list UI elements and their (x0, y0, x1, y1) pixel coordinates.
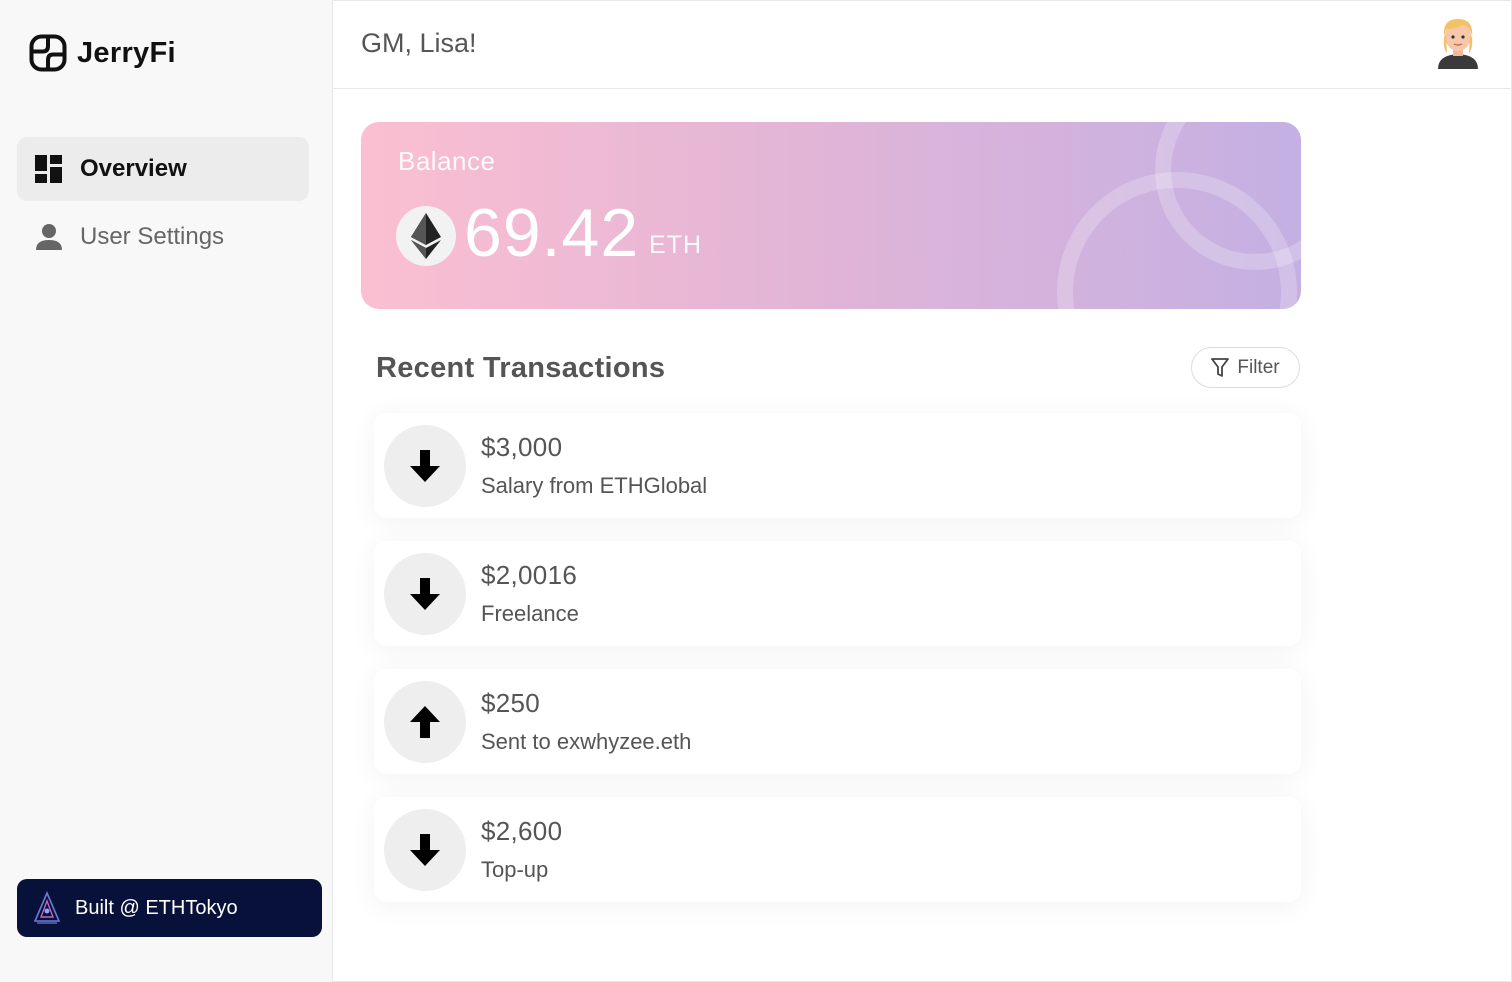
section-title: Recent Transactions (376, 352, 666, 384)
sidebar: JerryFi Overview User Settings Built @ E… (0, 0, 333, 982)
user-icon (34, 222, 64, 252)
balance-label: Balance (398, 146, 496, 176)
built-badge-label: Built @ ETHTokyo (75, 896, 238, 919)
sidebar-item-label: User Settings (80, 223, 225, 250)
sidebar-item-overview[interactable]: Overview (17, 137, 309, 201)
balance-unit: ETH (649, 231, 702, 259)
transaction-amount: $2,0016 (481, 560, 578, 590)
transaction-amount: $250 (481, 688, 541, 718)
built-at-ethtokyo-badge[interactable]: Built @ ETHTokyo (17, 879, 322, 937)
transaction-description: Freelance (481, 601, 579, 626)
transaction-list: $3,000 Salary from ETHGlobal $2,0016 Fre… (374, 413, 1301, 925)
transaction-description: Salary from ETHGlobal (481, 473, 708, 498)
greeting: GM, Lisa! (361, 28, 477, 58)
transaction-item[interactable]: $2,600 Top-up (374, 797, 1301, 902)
filter-label: Filter (1237, 356, 1280, 378)
transaction-item[interactable]: $2,0016 Freelance (374, 541, 1301, 646)
transaction-item[interactable]: $250 Sent to exwhyzee.eth (374, 669, 1301, 774)
brand[interactable]: JerryFi (29, 34, 176, 72)
transaction-description: Top-up (481, 857, 549, 882)
brand-name: JerryFi (77, 36, 176, 69)
transaction-amount: $3,000 (481, 432, 563, 462)
ethereum-icon (396, 206, 456, 266)
filter-icon (1211, 357, 1230, 377)
sidebar-item-label: Overview (80, 155, 187, 182)
arrow-down-icon (384, 552, 466, 635)
arrow-down-icon (384, 424, 466, 507)
filter-button[interactable]: Filter (1191, 347, 1300, 388)
arrow-down-icon (384, 808, 466, 891)
jerryfi-logo-icon (29, 34, 67, 72)
transaction-description: Sent to exwhyzee.eth (481, 729, 692, 754)
balance-value: 69.42 (464, 195, 640, 271)
user-avatar[interactable] (1435, 15, 1481, 69)
transaction-amount: $2,600 (481, 816, 563, 846)
arrow-up-icon (384, 680, 466, 763)
transaction-item[interactable]: $3,000 Salary from ETHGlobal (374, 413, 1301, 518)
balance-card: Balance 69.42 ETH (361, 122, 1301, 309)
top-header: GM, Lisa! (333, 0, 1512, 89)
dashboard-icon (34, 154, 64, 184)
ethtokyo-logo-icon (33, 891, 61, 924)
sidebar-item-user-settings[interactable]: User Settings (17, 205, 309, 269)
sidebar-nav: Overview User Settings (17, 137, 309, 273)
